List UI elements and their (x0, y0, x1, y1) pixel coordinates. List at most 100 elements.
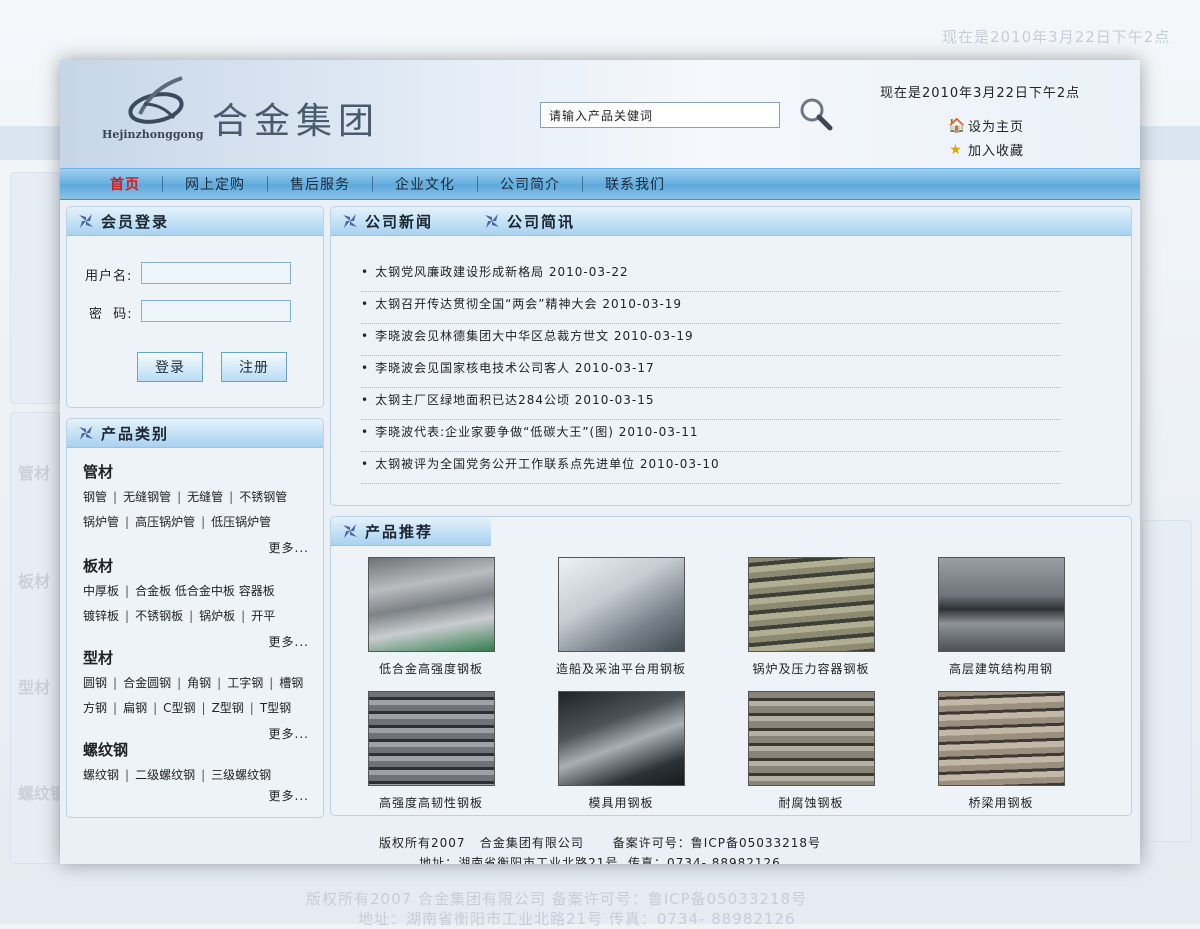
product-card[interactable]: 高层建筑结构用钢 (931, 557, 1071, 677)
category-link[interactable]: 低压锅炉管 (211, 515, 271, 529)
nav-culture[interactable]: 企业文化 (373, 174, 477, 194)
pinwheel-icon (343, 214, 357, 228)
category-link[interactable]: 工字钢 (227, 676, 263, 690)
category-heading[interactable]: 型材 (83, 647, 303, 668)
category-link[interactable]: 无缝管 (187, 490, 223, 504)
category-separator: | (177, 490, 182, 504)
news-item[interactable]: 太钢被评为全国党务公开工作联系点先进单位 2010-03-10 (361, 453, 1061, 484)
category-link[interactable]: 不锈钢板 (135, 609, 183, 623)
product-card[interactable]: 高强度高韧性钢板 (361, 691, 501, 811)
category-link[interactable]: 钢管 (83, 490, 107, 504)
tab-company-brief[interactable]: 公司简讯 (473, 207, 615, 235)
login-title-label: 会员登录 (101, 212, 170, 231)
category-row: 镀锌板 | 不锈钢板 | 锅炉板 | 开平 (83, 607, 275, 624)
login-button[interactable]: 登录 (137, 352, 203, 382)
category-more-link[interactable]: 更多... (269, 787, 309, 804)
news-item[interactable]: 李晓波代表:企业家要争做“低碳大王”(图) 2010-03-11 (361, 421, 1061, 452)
logo-chinese-name: 合金集团 (212, 101, 381, 142)
news-item[interactable]: 李晓波会见国家核电技术公司客人 2010-03-17 (361, 357, 1061, 388)
category-link[interactable]: 圆钢 (83, 676, 107, 690)
nav-home[interactable]: 首页 (88, 174, 162, 194)
product-recommend-panel: 产品推荐 低合金高强度钢板 造船及采油平台用钢板 锅炉及压力容器钢板 高层建筑结… (330, 516, 1132, 816)
nav-after-sales[interactable]: 售后服务 (268, 174, 372, 194)
category-link[interactable]: 无缝钢管 (123, 490, 171, 504)
category-row: 圆钢 | 合金圆钢 | 角钢 | 工字钢 | 槽钢 (83, 674, 303, 691)
category-link[interactable]: 不锈钢管 (239, 490, 287, 504)
category-row: 钢管 | 无缝钢管 | 无缝管 | 不锈钢管 (83, 488, 287, 505)
product-card[interactable]: 耐腐蚀钢板 (741, 691, 881, 811)
category-link[interactable]: 开平 (251, 609, 275, 623)
category-link[interactable]: 角钢 (187, 676, 211, 690)
category-link[interactable]: 中厚板 (83, 584, 119, 598)
category-group: 板材 中厚板 | 合金板 低合金中板 容器板 镀锌板 | 不锈钢板 | 锅炉板 | 开平 (83, 555, 275, 632)
product-label: 桥梁用钢板 (968, 796, 1034, 810)
background-login-panel (10, 172, 60, 404)
category-more-link[interactable]: 更多... (269, 725, 309, 742)
category-separator: | (269, 676, 274, 690)
category-title-label: 产品类别 (101, 424, 170, 443)
username-field[interactable] (141, 262, 291, 284)
category-link[interactable]: 镀锌板 (83, 609, 119, 623)
category-separator: | (177, 676, 182, 690)
category-link[interactable]: 合金板 低合金中板 容器板 (135, 584, 275, 598)
category-heading[interactable]: 管材 (83, 461, 287, 482)
news-item[interactable]: 李晓波会见林德集团大中华区总裁方世文 2010-03-19 (361, 325, 1061, 356)
category-link[interactable]: C型钢 (163, 701, 195, 715)
product-card[interactable]: 造船及采油平台用钢板 (551, 557, 691, 677)
category-link[interactable]: 方钢 (83, 701, 107, 715)
category-separator: | (201, 701, 206, 715)
news-item[interactable]: 太钢党风廉政建设形成新格局 2010-03-22 (361, 261, 1061, 292)
tab-company-news[interactable]: 公司新闻 (331, 207, 473, 235)
add-favorite-link[interactable]: ★ 加入收藏 (948, 140, 1024, 160)
category-link[interactable]: 锅炉管 (83, 515, 119, 529)
header: Hejinzhonggong 合金集团 现在是2010年3月22日下午2点 🏠 … (60, 60, 1140, 168)
password-field[interactable] (141, 300, 291, 322)
star-icon: ★ (949, 141, 963, 158)
category-link[interactable]: 扁钢 (123, 701, 147, 715)
product-card[interactable]: 模具用钢板 (551, 691, 691, 811)
news-item[interactable]: 太钢主厂区绿地面积已达284公顷 2010-03-15 (361, 389, 1061, 420)
category-link[interactable]: 二级螺纹钢 (135, 768, 195, 782)
nav-online-order[interactable]: 网上定购 (163, 174, 267, 194)
category-link[interactable]: 合金圆钢 (123, 676, 171, 690)
username-label: 用户名: (85, 269, 133, 284)
category-link[interactable]: T型钢 (260, 701, 291, 715)
category-separator: | (113, 490, 118, 504)
background-cat-4: 螺纹钢 (18, 784, 67, 803)
category-link[interactable]: Z型钢 (212, 701, 244, 715)
product-card[interactable]: 桥梁用钢板 (931, 691, 1071, 811)
product-image (367, 691, 495, 786)
news-item[interactable]: 太钢召开传达贯彻全国“两会”精神大会 2010-03-19 (361, 293, 1061, 324)
product-image (747, 691, 875, 786)
category-heading[interactable]: 螺纹钢 (83, 739, 271, 760)
product-card[interactable]: 锅炉及压力容器钢板 (741, 557, 881, 677)
category-row: 方钢 | 扁钢 | C型钢 | Z型钢 | T型钢 (83, 699, 303, 716)
category-link[interactable]: 锅炉板 (199, 609, 235, 623)
set-homepage-link[interactable]: 🏠 设为主页 (948, 116, 1025, 136)
set-homepage-label: 设为主页 (968, 120, 1025, 135)
background-product-panel (1142, 520, 1192, 842)
category-separator: | (189, 609, 194, 623)
register-button[interactable]: 注册 (221, 352, 287, 382)
pinwheel-icon (79, 426, 93, 440)
category-separator: | (113, 676, 118, 690)
category-heading[interactable]: 板材 (83, 555, 275, 576)
nav-contact[interactable]: 联系我们 (583, 174, 687, 194)
category-group: 管材 钢管 | 无缝钢管 | 无缝管 | 不锈钢管 锅炉管 | 高压锅炉管 | 低压锅炉管 (83, 461, 287, 538)
pinwheel-icon (343, 524, 357, 538)
company-logo-icon (128, 76, 184, 124)
product-image (937, 557, 1065, 652)
category-link[interactable]: 高压锅炉管 (135, 515, 195, 529)
product-card[interactable]: 低合金高强度钢板 (361, 557, 501, 677)
product-image (937, 691, 1065, 786)
search-input[interactable] (540, 102, 780, 128)
category-link[interactable]: 槽钢 (279, 676, 303, 690)
category-row: 螺纹钢 | 二级螺纹钢 | 三级螺纹钢 (83, 766, 271, 783)
category-link[interactable]: 三级螺纹钢 (211, 768, 271, 782)
category-more-link[interactable]: 更多... (269, 539, 309, 556)
password-label: 密 码: (89, 307, 133, 322)
search-icon[interactable] (798, 96, 834, 132)
nav-about[interactable]: 公司简介 (478, 174, 582, 194)
category-separator: | (249, 701, 254, 715)
category-link[interactable]: 螺纹钢 (83, 768, 119, 782)
